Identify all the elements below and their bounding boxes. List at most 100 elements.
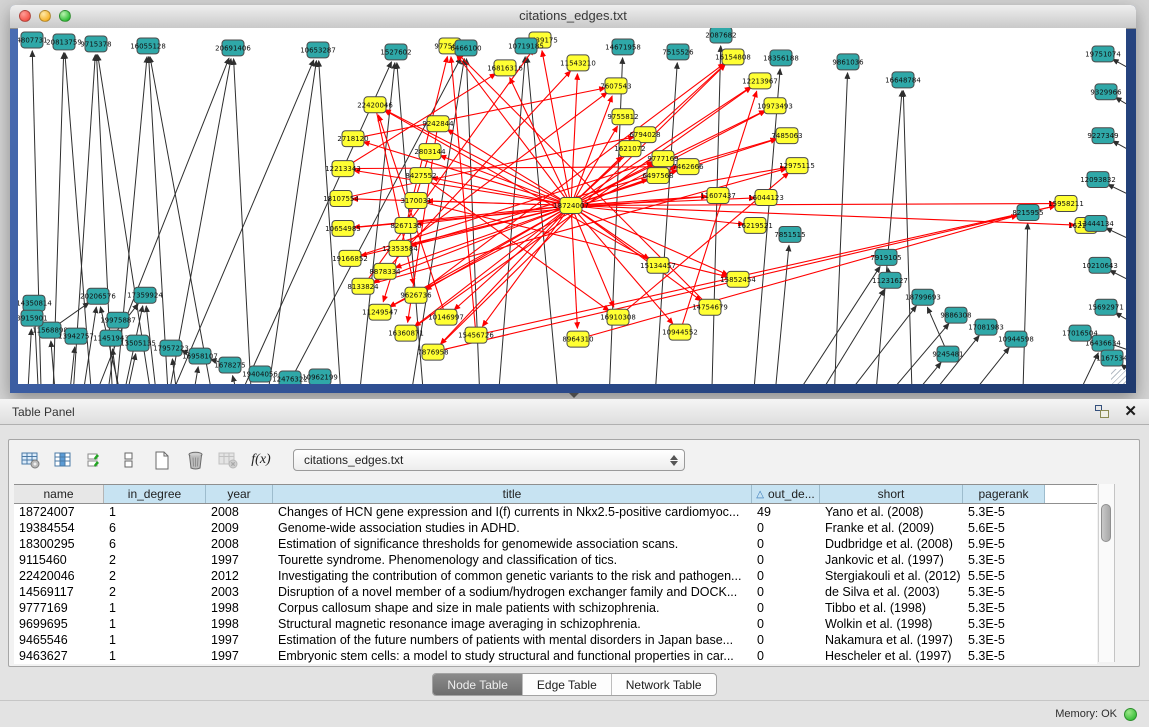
window-titlebar[interactable]: citations_edges.txt [10,5,1136,29]
citation-edge-black[interactable] [1108,184,1126,201]
table-row[interactable]: 1938455462009Genome-wide association stu… [14,520,1097,536]
splitter-handle[interactable] [569,393,579,398]
graph-node-cited[interactable]: 6497568 [642,168,673,184]
graph-node-cited[interactable]: 9242844 [422,116,454,132]
citation-edge-black[interactable] [1110,270,1126,287]
column-header-year[interactable]: year [206,485,273,503]
table-row[interactable]: 977716911998Corpus callosum shape and si… [14,600,1097,616]
graph-node-cited[interactable]: 9626736 [400,287,431,303]
citation-edge-black[interactable] [1022,223,1028,384]
graph-node-cited[interactable]: 22420046 [357,97,393,113]
citation-edge-black[interactable] [1115,97,1126,113]
citation-edge-red[interactable] [571,206,577,329]
graph-node[interactable]: 14671958 [605,39,641,55]
graph-node[interactable]: 9227349 [1087,128,1118,144]
citation-edge-black[interactable] [1063,353,1098,384]
graph-node[interactable]: 1527602 [380,44,411,60]
graph-node[interactable]: 19975887 [100,312,136,328]
graph-node-cited[interactable]: 2718120 [337,131,368,147]
scrollbar-thumb[interactable] [1101,504,1111,542]
graph-node[interactable]: 20691406 [215,40,251,56]
citation-edge-black[interactable] [608,58,623,384]
tab-node-table[interactable]: Node Table [433,674,523,695]
column-header-name[interactable]: name [14,485,104,503]
graph-node[interactable]: 17081983 [968,319,1004,335]
graph-node[interactable]: 6466100 [450,40,481,56]
graph-node[interactable]: 20813759 [46,34,82,50]
resize-grip[interactable] [1111,369,1126,384]
citation-edge-red[interactable] [571,204,1055,206]
vertical-scrollbar[interactable] [1098,484,1115,662]
graph-node[interactable]: 11231627 [872,272,908,288]
citation-edge-red[interactable] [385,110,571,206]
graph-node[interactable]: 1678275 [214,357,245,373]
citation-edge-black[interactable] [263,61,316,384]
tab-edge-table[interactable]: Edge Table [523,674,612,695]
table-options-icon[interactable] [19,449,41,471]
graph-node[interactable]: 19751074 [1085,46,1121,62]
graph-node-cited[interactable]: 12213967 [742,73,778,89]
graph-node[interactable]: 9886308 [940,307,971,323]
table-row[interactable]: 1456911722003Disruption of a novel membe… [14,584,1097,600]
column-header-in-degree[interactable]: in_degree [104,485,206,503]
citation-edge-black[interactable] [120,354,136,384]
graph-node[interactable]: 15692971 [1088,299,1124,315]
graph-node[interactable]: 8215955 [1012,205,1043,221]
graph-node[interactable]: 9715378 [80,36,111,52]
citation-edge-black[interactable] [833,73,848,384]
graph-node-cited[interactable]: 12975115 [779,158,815,174]
column-header-pagerank[interactable]: pagerank [963,485,1045,503]
graph-node-cited[interactable]: 8878334 [369,263,401,279]
citation-edge-black[interactable] [26,329,31,384]
graph-node-cited[interactable]: 3170031 [400,193,431,209]
graph-node[interactable]: 20206576 [80,288,116,304]
graph-node-cited[interactable]: 8133824 [347,278,379,294]
graph-node[interactable]: 7851515 [774,226,805,242]
table-row[interactable]: 946554611997Estimation of the future num… [14,632,1097,648]
citation-edge-black[interactable] [711,46,721,384]
select-columns-icon[interactable] [85,449,107,471]
column-header-out-de-[interactable]: △out_de... [752,485,820,503]
graph-node-cited[interactable]: 11543210 [560,55,596,71]
graph-node-cited[interactable]: 7876958 [417,344,448,360]
citation-edge-black[interactable] [234,59,253,384]
function-builder-icon[interactable]: f(x) [250,449,272,471]
column-header-title[interactable]: title [273,485,752,503]
graph-node-cited[interactable]: 11607437 [700,188,736,204]
graph-node-cited[interactable]: 8964310 [562,331,593,347]
table-row[interactable]: 1872400712008Changes of HCN gene express… [14,504,1097,520]
network-canvas[interactable]: 1872400727181201221334318107554106549851… [18,28,1126,384]
graph-node[interactable]: 16055128 [130,38,166,54]
tab-network-table[interactable]: Network Table [612,674,716,695]
table-row[interactable]: 2242004622012Investigating the contribut… [14,568,1097,584]
graph-node[interactable]: 4807731 [18,32,48,48]
citation-edge-red[interactable] [571,96,612,205]
citation-edge-red[interactable] [571,206,1075,226]
graph-node[interactable]: 9861036 [832,54,863,70]
delete-icon[interactable] [184,449,206,471]
table-row[interactable]: 946362711997Embryonic stem cells: a mode… [14,648,1097,664]
graph-node[interactable]: 18356188 [763,50,799,66]
column-header-short[interactable]: short [820,485,963,503]
citation-edge-black[interactable] [1113,59,1126,76]
graph-node[interactable]: 18799693 [905,289,941,305]
graph-node-cited[interactable]: 15456726 [458,327,494,343]
graph-node[interactable]: 7515526 [662,44,693,60]
graph-node[interactable]: 9329966 [1090,84,1121,100]
citation-edge-black[interactable] [776,267,880,384]
citation-edge-black[interactable] [66,347,75,384]
graph-node[interactable]: 7919105 [870,249,901,265]
graph-node-cited[interactable]: 10944552 [662,324,698,340]
table-row[interactable]: 1830029562008Estimation of significance … [14,536,1097,552]
graph-node-cited[interactable]: 15958211 [1048,196,1084,212]
network-table-dropdown[interactable]: citations_edges.txt [293,449,685,471]
graph-node-cited[interactable]: 7607543 [600,78,631,94]
citation-edge-black[interactable] [1106,228,1126,245]
graph-node-cited[interactable]: 7462666 [672,159,703,175]
graph-node[interactable]: 3915901 [18,310,48,326]
column-visibility-icon[interactable] [52,449,74,471]
graph-node[interactable]: 10653287 [300,42,336,58]
citation-edge-black[interactable] [1113,141,1126,158]
citation-edge-red[interactable] [571,139,777,205]
table-row[interactable]: 911546021997Tourette syndrome. Phenomeno… [14,552,1097,568]
